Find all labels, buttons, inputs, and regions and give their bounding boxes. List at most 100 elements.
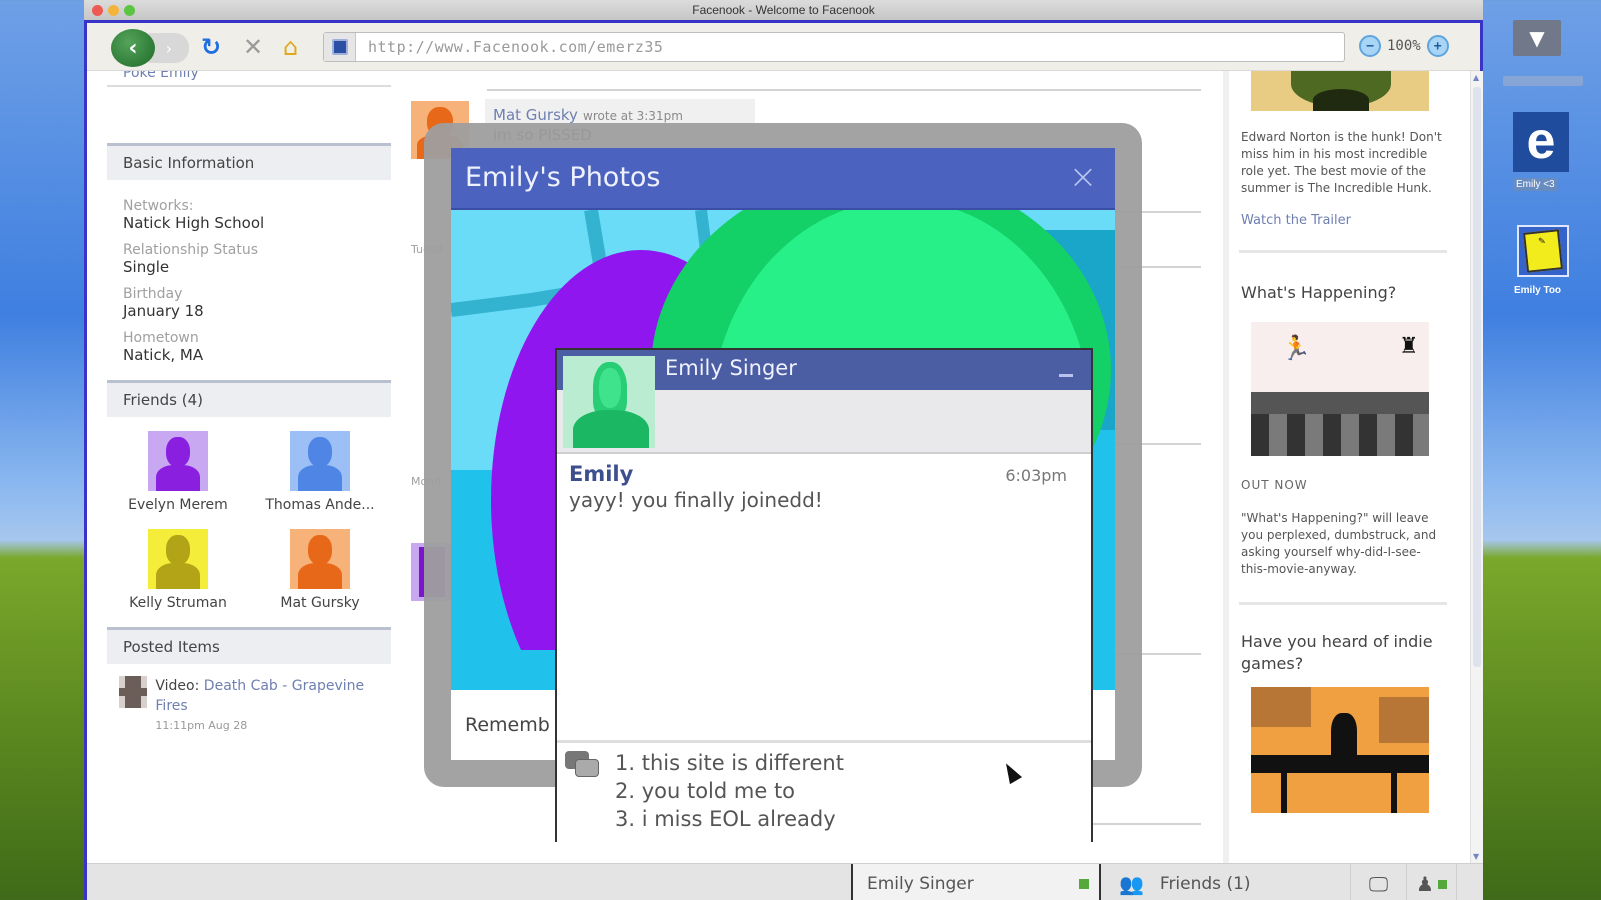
info-label: Hometown [123,330,199,346]
feed-divider [487,89,1201,91]
refresh-button[interactable]: ↻ [201,32,221,62]
status-button[interactable]: ♟ [1407,864,1457,900]
reply-options: 1. this site is different 2. you told me… [615,749,844,838]
forward-button[interactable]: › [149,33,189,63]
reply-option[interactable]: 3. i miss EOL already [615,805,844,833]
zoom-in-button[interactable]: + [1426,35,1449,57]
message-sender: Emily [569,462,634,486]
message-text: yayy! you finally joinedd! [569,488,823,512]
zoom-level: 100% [1387,38,1421,54]
notifications-button[interactable]: 🖵 [1351,864,1407,900]
desktop-icon-emily-browser[interactable]: e [1513,112,1569,172]
desktop-right: ▼ e Emily <3 ✎ Emily Too [1483,0,1601,900]
minus-icon: − [1366,38,1374,54]
photo-dialog-header: Emily's Photos × [451,148,1115,210]
desktop-icon-emily-too[interactable]: ✎ [1517,225,1569,277]
page-scrollbar[interactable]: ▲ ▼ [1470,71,1483,863]
friends-online-tab[interactable]: 👥 Friends (1) [1103,864,1351,900]
friend-item[interactable]: Evelyn Merem [107,431,249,513]
plus-icon: + [1433,38,1442,54]
happening-ad-image[interactable]: 🏃 ♜ [1251,322,1429,456]
friend-name[interactable]: Evelyn Merem [128,497,228,513]
happening-ad-text: "What's Happening?" will leave you perpl… [1241,511,1437,576]
chevron-right-icon: › [165,38,173,58]
photo-dialog-title: Emily's Photos [465,162,661,193]
home-button[interactable]: ⌂ [283,32,298,62]
friend-name[interactable]: Kelly Struman [129,595,227,611]
presentation-icon: 🖵 [1368,872,1389,896]
post-author[interactable]: Mat Gursky [493,106,578,124]
back-button[interactable]: ‹ [111,29,155,67]
close-photo-button[interactable]: × [1067,160,1099,194]
indie-ad-image[interactable] [1251,687,1429,813]
user-icon: ♟ [1416,872,1434,896]
friend-avatar[interactable] [148,431,208,491]
hunk-ad-text: Edward Norton is the hunk! Don't miss hi… [1241,130,1442,195]
online-status-icon [1437,879,1447,889]
happening-ad-sub: OUT NOW [1241,478,1308,492]
friends-icon: 👥 [1119,872,1144,896]
feed-divider [1091,823,1201,825]
friends-heading: Friends (4) [107,380,391,417]
chat-contact-name: Emily Singer [665,356,797,380]
friend-item[interactable]: Thomas Ande... [249,431,391,513]
scroll-up-icon[interactable]: ▲ [1473,73,1479,82]
reply-option[interactable]: 2. you told me to [615,777,844,805]
desktop-icon-label: Emily Too [1514,285,1562,296]
info-value: Natick, MA [123,346,204,364]
title-bar: Facenook - Welcome to Facenook [84,0,1483,20]
minimize-window-button[interactable] [108,5,119,16]
reply-option[interactable]: 1. this site is different [615,749,844,777]
address-bar[interactable]: http://www.Facenook.com/emerz35 [323,32,1345,62]
friend-name[interactable]: Thomas Ande... [265,497,374,513]
friend-item[interactable]: Mat Gursky [249,529,391,611]
posted-item-time: 11:11pm Aug 28 [155,719,248,732]
scroll-down-icon[interactable]: ▼ [1473,852,1479,861]
close-icon: × [1068,157,1098,197]
maximize-window-button[interactable] [124,5,135,16]
desktop-dropdown-button[interactable]: ▼ [1513,20,1561,56]
stop-button[interactable]: ✕ [243,32,263,62]
friend-avatar[interactable] [148,529,208,589]
info-value: January 18 [123,302,204,320]
ads-sidebar: Edward Norton is the hunk! Don't miss hi… [1223,71,1447,863]
scrollbar-thumb[interactable] [1473,87,1481,667]
poke-link[interactable]: Poke Emily [107,71,391,87]
photo-caption: Rememb [465,714,550,736]
site-icon [324,33,356,61]
online-status-icon [1079,879,1089,889]
desktop-faint-label [1503,76,1583,86]
close-window-button[interactable] [92,5,103,16]
friends-grid: Evelyn Merem Thomas Ande... Kelly Struma… [107,417,391,627]
friend-avatar[interactable] [290,431,350,491]
happening-ad-title: What's Happening? [1241,283,1397,302]
basic-info: Networks: Natick High School Relationshi… [107,180,391,380]
message-time: 6:03pm [1005,466,1067,485]
zoom-out-button[interactable]: − [1359,35,1381,57]
chat-contact-avatar [563,356,655,448]
film-icon [119,676,148,708]
chat-reply-area: 1. this site is different 2. you told me… [557,740,1091,844]
info-label: Relationship Status [123,242,259,258]
hunk-ad-image[interactable] [1251,71,1429,111]
minimize-chat-button[interactable] [1059,374,1073,377]
url-text[interactable]: http://www.Facenook.com/emerz35 [356,38,663,56]
friend-avatar[interactable] [290,529,350,589]
chevron-left-icon: ‹ [128,35,138,61]
posted-item: Video: Death Cab - Grapevine Fires 11:11… [107,664,391,748]
chat-messages: Emily 6:03pm yayy! you finally joinedd! [557,456,1091,740]
chat-tab-emily[interactable]: Emily Singer [851,864,1101,900]
home-icon: ⌂ [283,33,299,61]
info-value: Natick High School [123,214,265,232]
chat-bubbles-icon [565,749,601,783]
friend-item[interactable]: Kelly Struman [107,529,249,611]
chat-bar: Emily Singer 👥 Friends (1) 🖵 ♟ [87,863,1483,900]
info-label: Birthday [123,286,183,302]
watch-trailer-link[interactable]: Watch the Trailer [1241,213,1445,228]
friend-name[interactable]: Mat Gursky [280,595,359,611]
post-meta: wrote at 3:31pm [583,109,683,123]
friends-tab-label: Friends (1) [1159,874,1251,894]
basic-info-heading: Basic Information [107,143,391,180]
window-title: Facenook - Welcome to Facenook [692,3,875,17]
close-icon: ✕ [243,33,264,61]
